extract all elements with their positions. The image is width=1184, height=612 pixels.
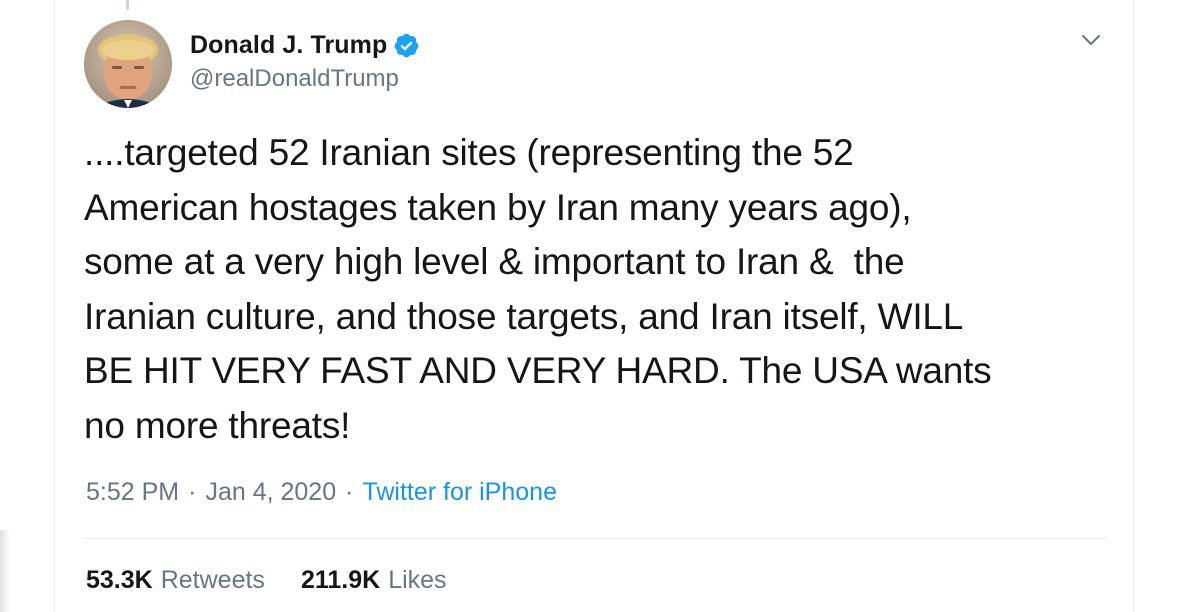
avatar-image	[84, 20, 172, 108]
tweet-metadata: 5:52 PM · Jan 4, 2020 · Twitter for iPho…	[86, 478, 557, 507]
column-border-right	[1133, 0, 1134, 612]
avatar[interactable]	[84, 20, 172, 108]
display-name[interactable]: Donald J. Trump	[190, 31, 387, 60]
edge-shadow	[0, 530, 10, 612]
likes-count: 211.9K	[300, 566, 381, 594]
likes-label: Likes	[388, 566, 447, 594]
retweets-label: Retweets	[160, 566, 265, 594]
tweet-stats: 53.3K Retweets 211.9K Likes	[86, 566, 447, 595]
meta-separator: ·	[345, 478, 354, 506]
likes-stat[interactable]: 211.9K Likes	[301, 566, 447, 595]
divider	[84, 538, 1106, 539]
author-handle[interactable]: @realDonaldTrump	[190, 65, 399, 93]
meta-separator: ·	[188, 478, 197, 506]
tweet-date[interactable]: Jan 4, 2020	[205, 478, 336, 507]
thread-connector-line	[126, 0, 129, 10]
tweet-source-link[interactable]: Twitter for iPhone	[362, 478, 557, 507]
author-name-row[interactable]: Donald J. Trump	[190, 28, 420, 62]
tweet-time[interactable]: 5:52 PM	[86, 478, 179, 507]
verified-badge-icon	[393, 32, 420, 59]
chevron-down-icon[interactable]	[1078, 30, 1104, 50]
retweets-stat[interactable]: 53.3K Retweets	[86, 566, 265, 595]
column-border-left	[54, 0, 55, 612]
retweets-count: 53.3K	[86, 566, 153, 594]
tweet-text: ....targeted 52 Iranian sites (represent…	[84, 132, 992, 446]
